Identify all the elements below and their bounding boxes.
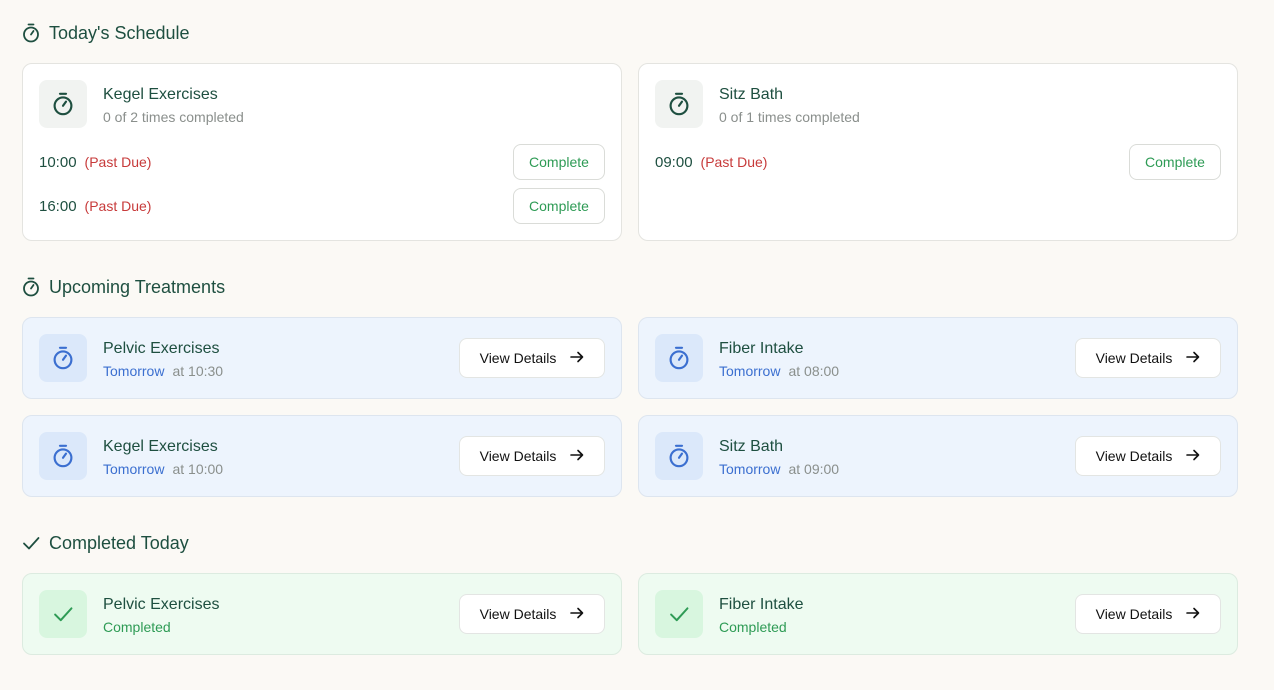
view-details-button[interactable]: View Details (1075, 338, 1221, 378)
treatment-schedule: Tomorrow at 10:30 (103, 363, 223, 379)
upcoming-card-sitz-bath: Sitz Bath Tomorrow at 09:00 View Details (638, 415, 1238, 497)
view-details-button[interactable]: View Details (459, 594, 605, 634)
day-label: Tomorrow (103, 363, 165, 379)
section-heading: Upcoming Treatments (49, 276, 226, 297)
treatment-name: Pelvic Exercises (103, 340, 220, 357)
upcoming-card-pelvic-exercises: Pelvic Exercises Tomorrow at 10:30 View D… (22, 317, 622, 399)
treatment-name: Sitz Bath (719, 86, 784, 103)
schedule-section-title: Today's Schedule (22, 21, 190, 45)
completed-card-pelvic-exercises: Pelvic Exercises Completed View Details (22, 573, 622, 655)
treatment-name: Pelvic Exercises (103, 596, 220, 613)
arrow-right-icon (1186, 350, 1200, 366)
timer-icon (39, 80, 87, 128)
check-icon (39, 590, 87, 638)
schedule-slot: 10:00 (Past Due) (39, 144, 151, 180)
schedule-card-kegel: Kegel Exercises 0 of 2 times completed 1… (22, 63, 622, 241)
button-label: View Details (479, 606, 557, 622)
treatment-name: Sitz Bath (719, 438, 784, 455)
complete-button[interactable]: Complete (513, 188, 605, 224)
upcoming-section-title: Upcoming Treatments (22, 275, 225, 299)
timer-icon (655, 80, 703, 128)
treatment-name: Fiber Intake (719, 596, 804, 613)
completed-section-title: Completed Today (22, 531, 189, 555)
complete-button[interactable]: Complete (1129, 144, 1221, 180)
day-label: Tomorrow (719, 363, 781, 379)
button-label: View Details (1095, 448, 1173, 464)
view-details-button[interactable]: View Details (459, 436, 605, 476)
timer-icon (655, 334, 703, 382)
time-label: at 10:00 (172, 461, 224, 477)
arrow-right-icon (570, 448, 584, 464)
treatment-name: Fiber Intake (719, 340, 804, 357)
view-details-button[interactable]: View Details (1075, 436, 1221, 476)
slot-time: 16:00 (39, 197, 77, 215)
timer-icon (655, 432, 703, 480)
button-label: View Details (479, 350, 557, 366)
day-label: Tomorrow (103, 461, 165, 477)
section-heading: Today's Schedule (49, 22, 190, 43)
timer-icon (39, 432, 87, 480)
timer-icon (22, 277, 40, 297)
view-details-button[interactable]: View Details (1075, 594, 1221, 634)
complete-button[interactable]: Complete (513, 144, 605, 180)
schedule-slot: 09:00 (Past Due) (655, 144, 767, 180)
arrow-right-icon (1186, 448, 1200, 464)
treatment-name: Kegel Exercises (103, 438, 218, 455)
check-icon (22, 535, 40, 551)
treatment-progress: 0 of 2 times completed (103, 109, 244, 125)
time-label: at 08:00 (788, 363, 840, 379)
arrow-right-icon (570, 350, 584, 366)
past-due-label: (Past Due) (84, 154, 152, 170)
completed-status: Completed (719, 619, 787, 635)
arrow-right-icon (1186, 606, 1200, 622)
schedule-slot: 16:00 (Past Due) (39, 188, 151, 224)
time-label: at 10:30 (172, 363, 224, 379)
treatment-schedule: Tomorrow at 09:00 (719, 461, 839, 477)
time-label: at 09:00 (788, 461, 840, 477)
button-label: View Details (479, 448, 557, 464)
button-label: View Details (1095, 350, 1173, 366)
treatment-schedule: Tomorrow at 08:00 (719, 363, 839, 379)
completed-card-fiber-intake: Fiber Intake Completed View Details (638, 573, 1238, 655)
timer-icon (39, 334, 87, 382)
upcoming-card-kegel-exercises: Kegel Exercises Tomorrow at 10:00 View De… (22, 415, 622, 497)
schedule-card-sitz-bath: Sitz Bath 0 of 1 times completed 09:00 (… (638, 63, 1238, 241)
past-due-label: (Past Due) (84, 198, 152, 214)
button-label: View Details (1095, 606, 1173, 622)
past-due-label: (Past Due) (700, 154, 768, 170)
view-details-button[interactable]: View Details (459, 338, 605, 378)
treatment-schedule: Tomorrow at 10:00 (103, 461, 223, 477)
treatment-name: Kegel Exercises (103, 86, 218, 103)
upcoming-card-fiber-intake: Fiber Intake Tomorrow at 08:00 View Detai… (638, 317, 1238, 399)
day-label: Tomorrow (719, 461, 781, 477)
slot-time: 10:00 (39, 153, 77, 171)
check-icon (655, 590, 703, 638)
treatment-progress: 0 of 1 times completed (719, 109, 860, 125)
arrow-right-icon (570, 606, 584, 622)
completed-status: Completed (103, 619, 171, 635)
slot-time: 09:00 (655, 153, 693, 171)
section-heading: Completed Today (49, 532, 189, 553)
timer-icon (22, 23, 40, 43)
